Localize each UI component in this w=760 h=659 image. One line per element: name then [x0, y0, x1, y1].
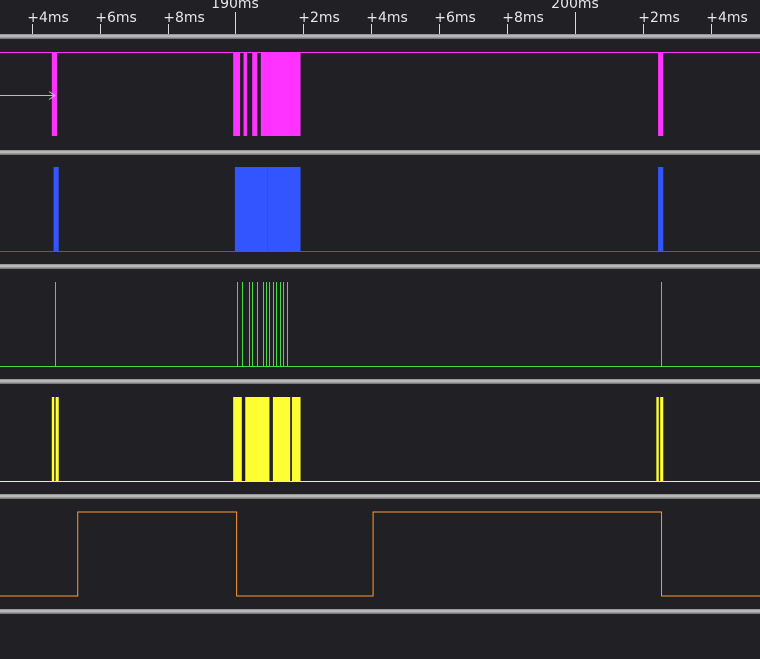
channel-1-pulse [658, 52, 664, 136]
channel-1-pulse [269, 52, 301, 136]
channel-4-pulse [245, 397, 270, 481]
channel-separator[interactable] [0, 264, 760, 269]
channel-1-pulse [243, 52, 247, 136]
logic-analyzer-view: +4ms +6ms +8ms 190ms +2ms +4ms +6ms +8ms 200ms +2… [0, 0, 760, 659]
channel-1-pulse [252, 52, 258, 136]
channel-separator[interactable] [0, 379, 760, 384]
channel-5-trace [0, 511, 760, 597]
channel-separator[interactable] [0, 609, 760, 614]
waveform-plot[interactable] [0, 0, 760, 659]
channel-1-pulse [233, 52, 241, 136]
channel-4-pulse [291, 397, 301, 481]
channel-1-pulse [260, 52, 270, 136]
channel-separator[interactable] [0, 34, 760, 39]
channel-4-pulse [656, 397, 659, 481]
channel-4-pulse [55, 397, 59, 481]
channel-4-pulse [272, 397, 291, 481]
channel-separator[interactable] [0, 150, 760, 155]
channel-2-pulse [53, 167, 59, 251]
channel-4-pulse [51, 397, 55, 481]
channel-separator[interactable] [0, 494, 760, 499]
channel-4-pulse [233, 397, 242, 481]
channel-2-pulse [234, 167, 268, 251]
channel-4-pulse [660, 397, 664, 481]
channel-2-pulse [267, 167, 301, 251]
channel-2-pulse [658, 167, 664, 251]
